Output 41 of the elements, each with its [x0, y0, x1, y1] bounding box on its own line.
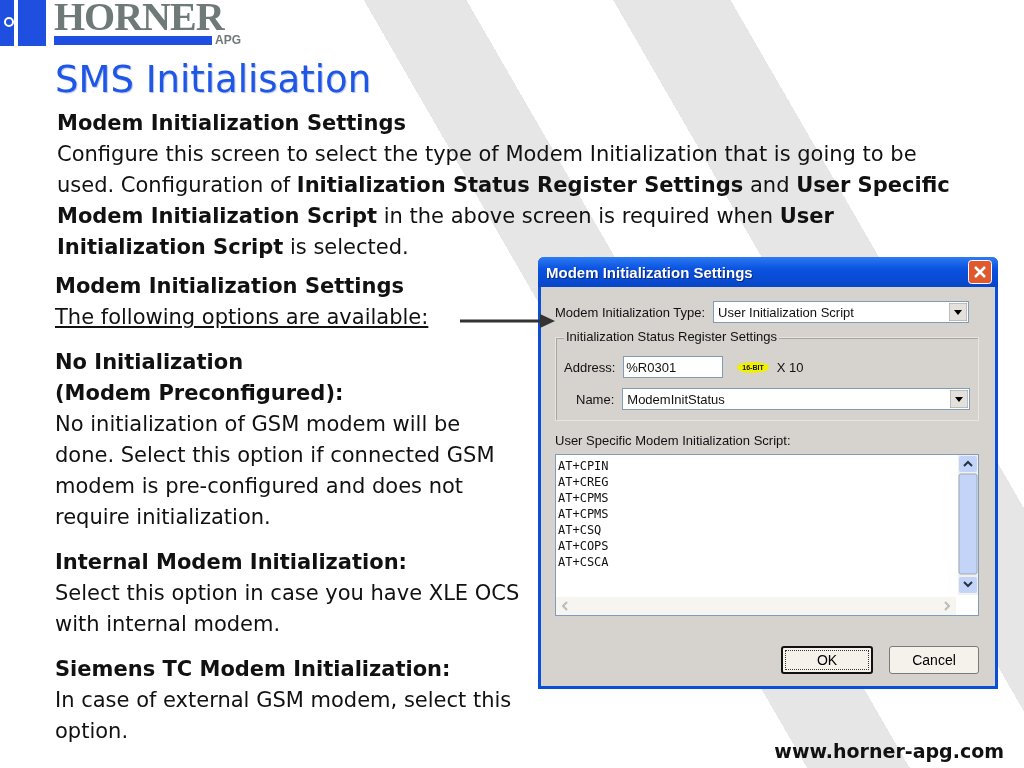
field-label: Modem Initialization Type:: [555, 304, 706, 320]
dropdown-arrow-icon[interactable]: [949, 303, 968, 321]
window-title: Modem Initialization Settings: [546, 263, 753, 281]
address-field[interactable]: %R0301: [623, 356, 724, 378]
name-dropdown[interactable]: ModemInitStatus: [622, 388, 970, 410]
script-line: AT+CPIN: [558, 458, 610, 474]
close-icon[interactable]: [968, 260, 992, 284]
script-line: AT+COPS: [558, 538, 610, 554]
option-title: Internal Modem Initialization:: [55, 549, 408, 576]
option-title: (Modem Preconfigured):: [55, 380, 345, 407]
script-line: AT+CSQ: [558, 522, 603, 538]
dropdown-arrow-icon[interactable]: [950, 390, 968, 408]
script-textarea[interactable]: AT+CPIN AT+CREG AT+CPMS AT+CPMS AT+CSQ AT+COPS AT+CSCA: [555, 454, 979, 616]
section-heading: Modem Initialization Settings: [57, 110, 407, 137]
option-description: No initialization of GSM modem will be done. Select this option if connected GSM modem is pre-configured and does not require initialization.: [55, 411, 496, 531]
logo-wordmark: HORNER: [54, 0, 225, 34]
option-title: No Initialization: [55, 349, 245, 376]
logo-icon: [0, 0, 46, 46]
options-intro: The following options are available:: [55, 304, 429, 331]
type-dropdown[interactable]: User Initialization Script: [713, 301, 970, 323]
slide-title: SMS Initialisation: [55, 57, 373, 103]
script-line: AT+CPMS: [558, 506, 610, 522]
script-line: AT+CPMS: [558, 490, 610, 506]
option-description: In case of external GSM modem, select this option.: [55, 687, 513, 745]
section-heading: Modem Initialization Settings: [55, 273, 405, 300]
vertical-scrollbar[interactable]: [958, 455, 978, 595]
field-label: Address:: [564, 359, 616, 375]
script-line: AT+CSCA: [558, 554, 610, 570]
website-url: www.horner-apg.com: [774, 740, 1004, 762]
group-title: Initialization Status Register Settings: [564, 329, 779, 344]
dialog-button[interactable]: Cancel: [889, 646, 979, 674]
dialog-button[interactable]: OK: [781, 646, 873, 674]
multiplier-text: X 10: [776, 359, 804, 375]
script-line: AT+CREG: [558, 474, 610, 490]
intro-paragraph: Configure this screen to select the type of Modem Initialization that is going to be used. Configuration of Initialization Status Register Settings and User Specific Modem Initialization Script in the above screen is required when User Initialization Script is selected.: [57, 141, 951, 261]
field-label: User Specific Modem Initialization Script:: [555, 433, 791, 448]
option-title: Siemens TC Modem Initialization:: [55, 656, 452, 683]
field-label: Name:: [576, 391, 615, 407]
logo-subtitle: APG: [215, 34, 241, 46]
option-description: Select this option in case you have XLE OCS with internal modem.: [55, 580, 521, 638]
horizontal-scrollbar[interactable]: [556, 597, 956, 615]
